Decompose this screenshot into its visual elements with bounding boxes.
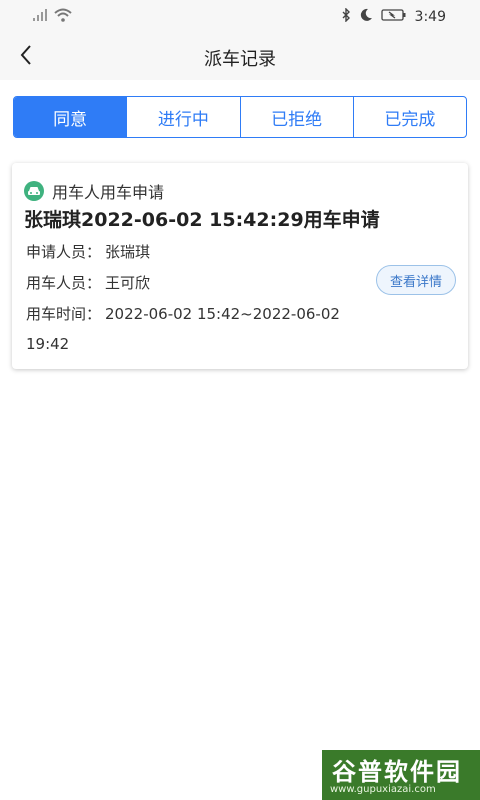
watermark-url: www.gupuxiazai.com xyxy=(330,784,436,795)
record-type-label: 用车人用车申请 xyxy=(52,183,165,202)
record-card[interactable]: 用车人用车申请 张瑞琪2022-06-02 15:42:29用车申请 申请人员：… xyxy=(12,163,468,369)
record-type: 用车人用车申请 xyxy=(24,179,164,203)
car-icon xyxy=(24,181,44,201)
bluetooth-icon xyxy=(341,7,351,26)
view-details-button[interactable]: 查看详情 xyxy=(376,265,456,295)
record-title: 张瑞琪2022-06-02 15:42:29用车申请 xyxy=(24,209,380,231)
time-value: 2022-06-02 15:42~2022-06-02 xyxy=(105,305,340,323)
battery-icon xyxy=(380,7,407,26)
app-header: 派车记录 xyxy=(0,34,480,80)
watermark-logo: 谷普软件园 xyxy=(332,758,462,786)
status-tabs: 同意 进行中 已拒绝 已完成 xyxy=(13,96,467,138)
time-value-continued: 19:42 xyxy=(26,335,70,353)
tab-completed[interactable]: 已完成 xyxy=(354,97,466,137)
applicant-label: 申请人员： xyxy=(26,243,102,261)
signal-icon xyxy=(32,7,48,26)
time-label: 用车时间： xyxy=(26,305,102,323)
applicant-value: 张瑞琪 xyxy=(105,243,151,261)
tab-rejected[interactable]: 已拒绝 xyxy=(241,97,354,137)
applicant-row: 申请人员： 张瑞琪 xyxy=(26,241,150,262)
time-row: 用车时间： 2022-06-02 15:42~2022-06-02 xyxy=(26,303,340,324)
wifi-icon xyxy=(54,7,72,26)
tab-in-progress[interactable]: 进行中 xyxy=(127,97,241,137)
user-row: 用车人员： 王可欣 xyxy=(26,272,150,293)
page-title: 派车记录 xyxy=(204,49,276,70)
user-label: 用车人员： xyxy=(26,274,102,292)
status-time: 3:49 xyxy=(414,8,446,25)
status-left xyxy=(32,7,72,26)
user-value: 王可欣 xyxy=(105,274,151,292)
moon-icon xyxy=(359,7,373,26)
status-bar: 3:49 xyxy=(0,0,480,34)
tab-agreed[interactable]: 同意 xyxy=(14,97,128,137)
watermark: 谷普软件园 www.gupuxiazai.com xyxy=(322,750,480,800)
status-right: 3:49 xyxy=(341,7,446,26)
